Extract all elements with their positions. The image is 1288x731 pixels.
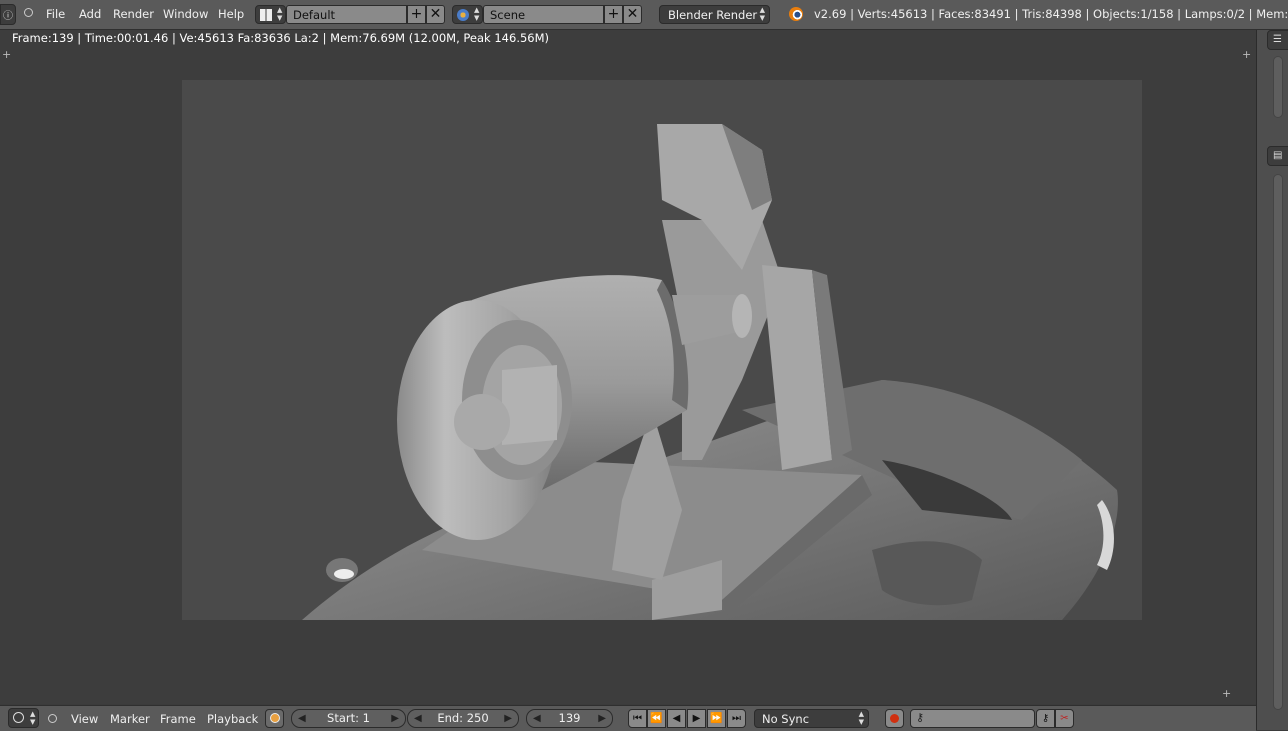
increment-arrow-icon[interactable]: ▶ (598, 710, 606, 727)
current-frame-label: 139 (558, 711, 581, 725)
keying-set-field[interactable]: ⚷ (910, 709, 1035, 728)
jump-to-keyframe-back-button[interactable]: ⏪ (647, 709, 666, 728)
right-editor-strip: ☰ ▤ (1256, 30, 1288, 730)
start-frame-field[interactable]: ◀ Start: 1 ▶ (291, 709, 406, 728)
play-reverse-button[interactable]: ◀ (667, 709, 686, 728)
properties-icon: ▤ (1273, 150, 1283, 161)
add-screen-button[interactable]: + (407, 5, 426, 24)
decrement-arrow-icon[interactable]: ◀ (414, 710, 422, 727)
scene-icon (457, 9, 469, 21)
timeline-editor-button[interactable]: ▲ ▼ (8, 708, 39, 728)
scene-selector[interactable]: ▲ ▼ (452, 5, 483, 24)
properties-scrollbar[interactable] (1273, 174, 1283, 710)
menu-view[interactable]: View (71, 712, 98, 726)
outliner-scrollbar[interactable] (1273, 56, 1283, 118)
updown-arrows-icon: ▲ ▼ (277, 6, 283, 22)
editor-type-button[interactable]: ⓘ (0, 4, 16, 25)
menu-add[interactable]: Add (79, 7, 101, 21)
add-scene-button[interactable]: + (604, 5, 623, 24)
increment-arrow-icon[interactable]: ▶ (391, 710, 399, 727)
decrement-arrow-icon[interactable]: ◀ (533, 710, 541, 727)
updown-arrows-icon: ▲ ▼ (30, 710, 36, 726)
decrement-arrow-icon[interactable]: ◀ (298, 710, 306, 727)
sync-mode-selector[interactable]: No Sync ▲ ▼ (754, 709, 869, 728)
menu-frame[interactable]: Frame (160, 712, 196, 726)
render-engine-label: Blender Render (668, 8, 758, 22)
screen-layout-selector[interactable]: ▲ ▼ (255, 5, 286, 24)
screen-layout-name-field[interactable]: Default (286, 5, 407, 24)
delete-scene-button[interactable]: ✕ (623, 5, 642, 24)
key-icon: ⚷ (916, 711, 925, 724)
info-header: ⓘ File Add Render Window Help ▲ ▼ Default… (0, 0, 1288, 30)
menu-render[interactable]: Render (113, 7, 154, 21)
outliner-icon: ☰ (1273, 34, 1282, 45)
render-engine-selector[interactable]: Blender Render ▲ ▼ (659, 5, 770, 24)
updown-arrows-icon: ▲ ▼ (858, 710, 864, 726)
blender-logo-icon (789, 7, 803, 21)
current-frame-field[interactable]: ◀ 139 ▶ (526, 709, 613, 728)
render-result-image (182, 80, 1142, 620)
preview-range-button[interactable] (265, 709, 284, 728)
scene-statistics: v2.69 | Verts:45613 | Faces:83491 | Tris… (814, 7, 1288, 21)
area-split-corner-top-left[interactable]: + (2, 48, 11, 61)
updown-arrows-icon: ▲ ▼ (474, 6, 480, 22)
properties-editor-button[interactable]: ▤ (1267, 146, 1288, 166)
jump-to-start-button[interactable]: ⏮ (628, 709, 647, 728)
area-split-corner-top-right[interactable]: + (1242, 48, 1251, 61)
auto-keying-button[interactable] (885, 709, 904, 728)
menu-marker[interactable]: Marker (110, 712, 150, 726)
end-frame-field[interactable]: ◀ End: 250 ▶ (407, 709, 519, 728)
sync-mode-label: No Sync (762, 712, 810, 726)
rendered-engine-model (302, 124, 1118, 620)
render-info-text: Frame:139 | Time:00:01.46 | Ve:45613 Fa:… (12, 31, 550, 45)
scene-name-field[interactable]: Scene (483, 5, 604, 24)
collapse-menu-icon[interactable] (24, 8, 33, 17)
collapse-menu-icon[interactable] (48, 714, 57, 723)
end-frame-label: End: 250 (437, 711, 489, 725)
insert-keyframe-button[interactable]: ⚷ (1036, 709, 1055, 728)
jump-to-end-button[interactable]: ⏭ (727, 709, 746, 728)
record-icon (890, 714, 899, 723)
jump-to-keyframe-forward-button[interactable]: ⏩ (707, 709, 726, 728)
preview-range-icon (269, 713, 280, 723)
menu-window[interactable]: Window (163, 7, 208, 21)
menu-help[interactable]: Help (218, 7, 244, 21)
layout-grid-icon (260, 9, 272, 21)
info-editor-icon: ⓘ (3, 11, 13, 22)
delete-screen-button[interactable]: ✕ (426, 5, 445, 24)
menu-file[interactable]: File (46, 7, 65, 21)
outliner-editor-button[interactable]: ☰ (1267, 30, 1288, 50)
start-frame-label: Start: 1 (327, 711, 370, 725)
clock-icon (13, 712, 24, 723)
menu-playback[interactable]: Playback (207, 712, 258, 726)
area-split-corner-bottom-right[interactable]: + (1222, 687, 1231, 700)
delete-keyframe-button[interactable]: ✂ (1055, 709, 1074, 728)
increment-arrow-icon[interactable]: ▶ (504, 710, 512, 727)
updown-arrows-icon: ▲ ▼ (759, 6, 765, 22)
play-button[interactable]: ▶ (687, 709, 706, 728)
timeline-header: ▲ ▼ View Marker Frame Playback ◀ Start: 1… (0, 705, 1256, 731)
